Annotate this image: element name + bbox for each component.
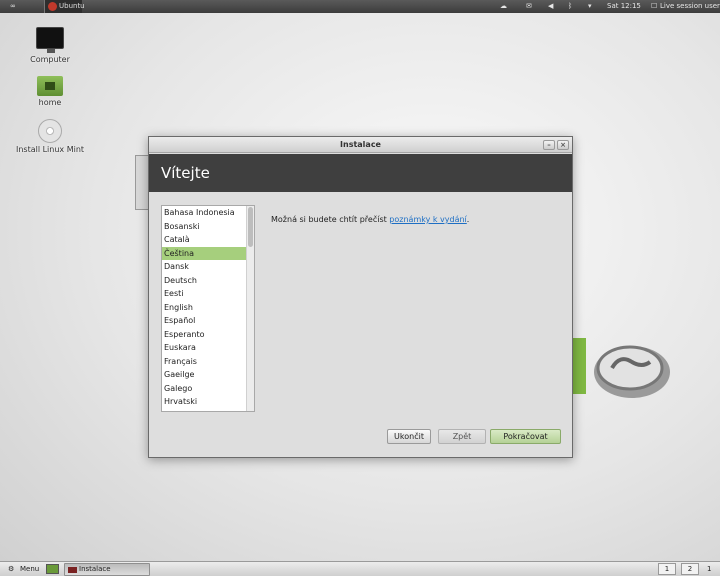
desktop-icon-install[interactable]: Install Linux Mint [10,119,90,154]
page-title: Vítejte [149,154,572,192]
intro-text: Možná si budete chtít přečíst poznámky k… [271,215,469,224]
window-titlebar[interactable]: Instalace – × [149,137,572,153]
language-item[interactable]: Eesti [162,287,254,301]
quit-button[interactable]: Ukončit [387,429,431,444]
minimize-icon[interactable]: – [543,140,555,150]
desktop-icon-computer[interactable]: Computer [10,27,90,64]
session-user[interactable]: Live session user [660,0,720,13]
close-icon[interactable]: × [557,140,569,150]
language-item[interactable]: Français [162,355,254,369]
network-icon[interactable]: ☁ [500,0,507,13]
computer-icon [36,27,64,53]
intro-text-end: . [466,215,470,224]
language-item[interactable]: Dansk [162,260,254,274]
menu-gear-icon: ⚙ [8,565,15,573]
bluetooth-icon[interactable]: ᛒ [568,0,572,13]
taskbar-item-instalace[interactable]: Instalace [64,563,150,576]
back-button[interactable]: Zpět [438,429,486,444]
language-item[interactable]: Hrvatski [162,395,254,409]
desktop-icon-label: Computer [30,55,70,64]
app-icon [48,2,57,11]
install-disc-icon [38,119,62,143]
language-item[interactable]: Čeština [162,246,254,260]
language-item[interactable]: Esperanto [162,328,254,342]
language-item[interactable]: Deutsch [162,274,254,288]
language-item[interactable]: Català [162,233,254,247]
desktop-icon-home[interactable]: home [10,76,90,107]
installer-app-icon [68,567,77,573]
language-item[interactable]: Español [162,314,254,328]
workspace-1[interactable]: 1 [658,563,676,575]
language-items: Bahasa Indonesia Bosanski Català Čeština Dan… [162,206,254,409]
mint-menu-icon[interactable]: ∞ [10,0,16,13]
clock[interactable]: Sat 12:15 [607,0,641,13]
top-app-launcher[interactable]: Ubuntu [44,0,85,13]
release-notes-link[interactable]: poznámky k vydání [389,215,466,224]
home-folder-icon [37,76,63,96]
app-label: Ubuntu [59,2,85,10]
language-item[interactable]: Bosanski [162,220,254,234]
scrollbar-thumb[interactable] [248,207,253,247]
top-panel: ∞ Ubuntu ☁ ✉ ◀ ᛒ ▾ Sat 12:15 ☐ Live sess… [0,0,720,13]
language-item[interactable]: English [162,301,254,315]
user-icon: ☐ [651,2,658,10]
continue-button[interactable]: Pokračovat [490,429,561,444]
language-list-scrollbar[interactable] [246,206,254,411]
background-window-edge [135,155,149,210]
taskbar-item-label: Instalace [79,565,111,573]
menu-button[interactable]: Menu [20,562,39,576]
bottom-panel: ⚙ Menu Instalace 1 2 1 [0,561,720,576]
installer-window: Instalace – × Vítejte Bahasa Indonesia Bo… [148,136,573,458]
wifi-icon[interactable]: ▾ [588,0,592,13]
desktop-icon-label: Install Linux Mint [15,145,85,154]
language-item[interactable]: Galego [162,382,254,396]
volume-icon[interactable]: ◀ [548,0,553,13]
mint-logo-wallpaper [572,338,670,398]
intro-text-body: Možná si budete chtít přečíst [271,215,390,224]
language-list[interactable]: Bahasa Indonesia Bosanski Català Čeština Dan… [161,205,255,412]
window-title: Instalace [340,140,381,149]
show-desktop-icon[interactable] [46,564,59,574]
desktop-icon-label: home [38,98,62,107]
workspace-2[interactable]: 2 [681,563,699,575]
language-item[interactable]: Bahasa Indonesia [162,206,254,220]
language-item[interactable]: Euskara [162,341,254,355]
language-item[interactable]: Gaeilge [162,368,254,382]
workspace-indicator: 1 [707,565,712,573]
mail-icon[interactable]: ✉ [526,0,532,13]
